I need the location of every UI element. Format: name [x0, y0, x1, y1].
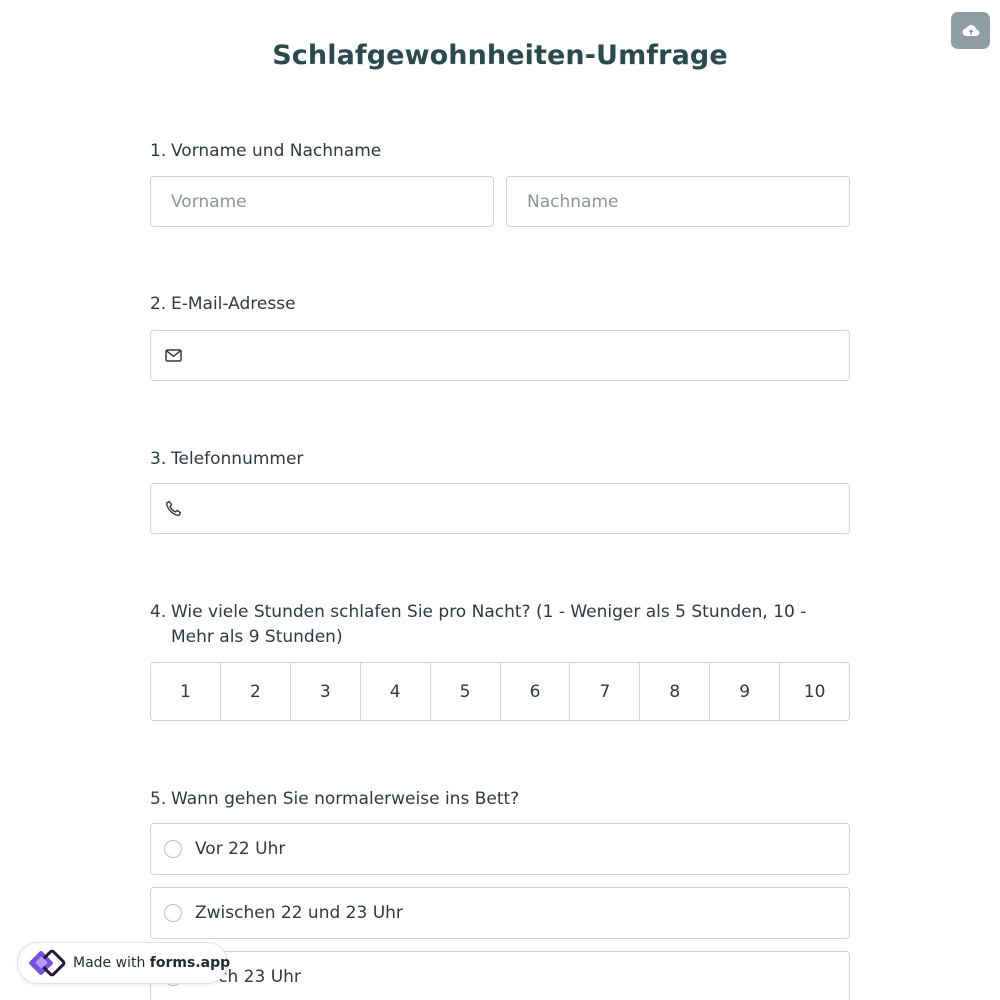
survey-page: Schlafgewohnheiten-Umfrage 1. Vorname un…: [0, 0, 1000, 1000]
question-number: 1.: [150, 141, 167, 161]
email-input[interactable]: [182, 331, 849, 380]
question-2-label: 2. E-Mail-Adresse: [150, 292, 850, 317]
cloud-upload-icon: [962, 24, 979, 36]
made-with-forms-app-badge[interactable]: Made with forms.app: [17, 942, 230, 984]
phone-icon: [165, 500, 182, 517]
bedtime-option-22-23[interactable]: Zwischen 22 und 23 Uhr: [150, 887, 850, 939]
scale-option-5[interactable]: 5: [429, 663, 500, 720]
question-text: E-Mail-Adresse: [171, 294, 296, 314]
option-label: Zwischen 22 und 23 Uhr: [195, 903, 403, 923]
scale-option-9[interactable]: 9: [709, 663, 779, 720]
forms-app-logo-icon: [26, 946, 66, 980]
phone-input[interactable]: [182, 484, 849, 533]
scale-option-6[interactable]: 6: [499, 663, 570, 720]
question-number: 2.: [150, 294, 167, 314]
badge-brand: forms.app: [149, 955, 231, 971]
email-field[interactable]: [150, 330, 850, 381]
scale-option-4[interactable]: 4: [359, 663, 430, 720]
bedtime-option-after-23[interactable]: Nach 23 Uhr: [150, 951, 850, 1000]
question-number: 5.: [150, 789, 167, 809]
question-1-label: 1. Vorname und Nachname: [150, 139, 850, 164]
scale-option-2[interactable]: 2: [219, 663, 290, 720]
badge-prefix: Made with: [73, 955, 146, 971]
hours-rating-scale: 1 2 3 4 5 6 7 8 9 10: [150, 662, 850, 721]
bedtime-option-before-22[interactable]: Vor 22 Uhr: [150, 823, 850, 875]
radio-button[interactable]: [164, 904, 182, 922]
question-text: Telefonnummer: [171, 449, 304, 469]
question-3-label: 3. Telefonnummer: [150, 447, 850, 472]
question-text: Vorname und Nachname: [171, 141, 382, 161]
page-title: Schlafgewohnheiten-Umfrage: [272, 40, 728, 71]
option-label: Vor 22 Uhr: [195, 839, 286, 859]
scale-option-3[interactable]: 3: [289, 663, 360, 720]
radio-button[interactable]: [164, 840, 182, 858]
question-4-label: 4. Wie viele Stunden schlafen Sie pro Na…: [150, 600, 850, 650]
question-number: 4.: [150, 602, 167, 622]
last-name-field[interactable]: [506, 176, 850, 227]
phone-field[interactable]: [150, 483, 850, 534]
last-name-input[interactable]: [507, 177, 849, 226]
scale-option-7[interactable]: 7: [569, 663, 639, 720]
scale-option-8[interactable]: 8: [639, 663, 709, 720]
scale-option-1[interactable]: 1: [151, 663, 220, 720]
scale-option-10[interactable]: 10: [779, 663, 849, 720]
question-5-label: 5. Wann gehen Sie normalerweise ins Bett…: [150, 787, 850, 812]
question-text: Wie viele Stunden schlafen Sie pro Nacht…: [171, 602, 807, 647]
question-number: 3.: [150, 449, 167, 469]
first-name-input[interactable]: [151, 177, 493, 226]
question-text: Wann gehen Sie normalerweise ins Bett?: [171, 789, 520, 809]
envelope-icon: [165, 349, 182, 362]
first-name-field[interactable]: [150, 176, 494, 227]
badge-text: Made with forms.app: [73, 955, 230, 971]
